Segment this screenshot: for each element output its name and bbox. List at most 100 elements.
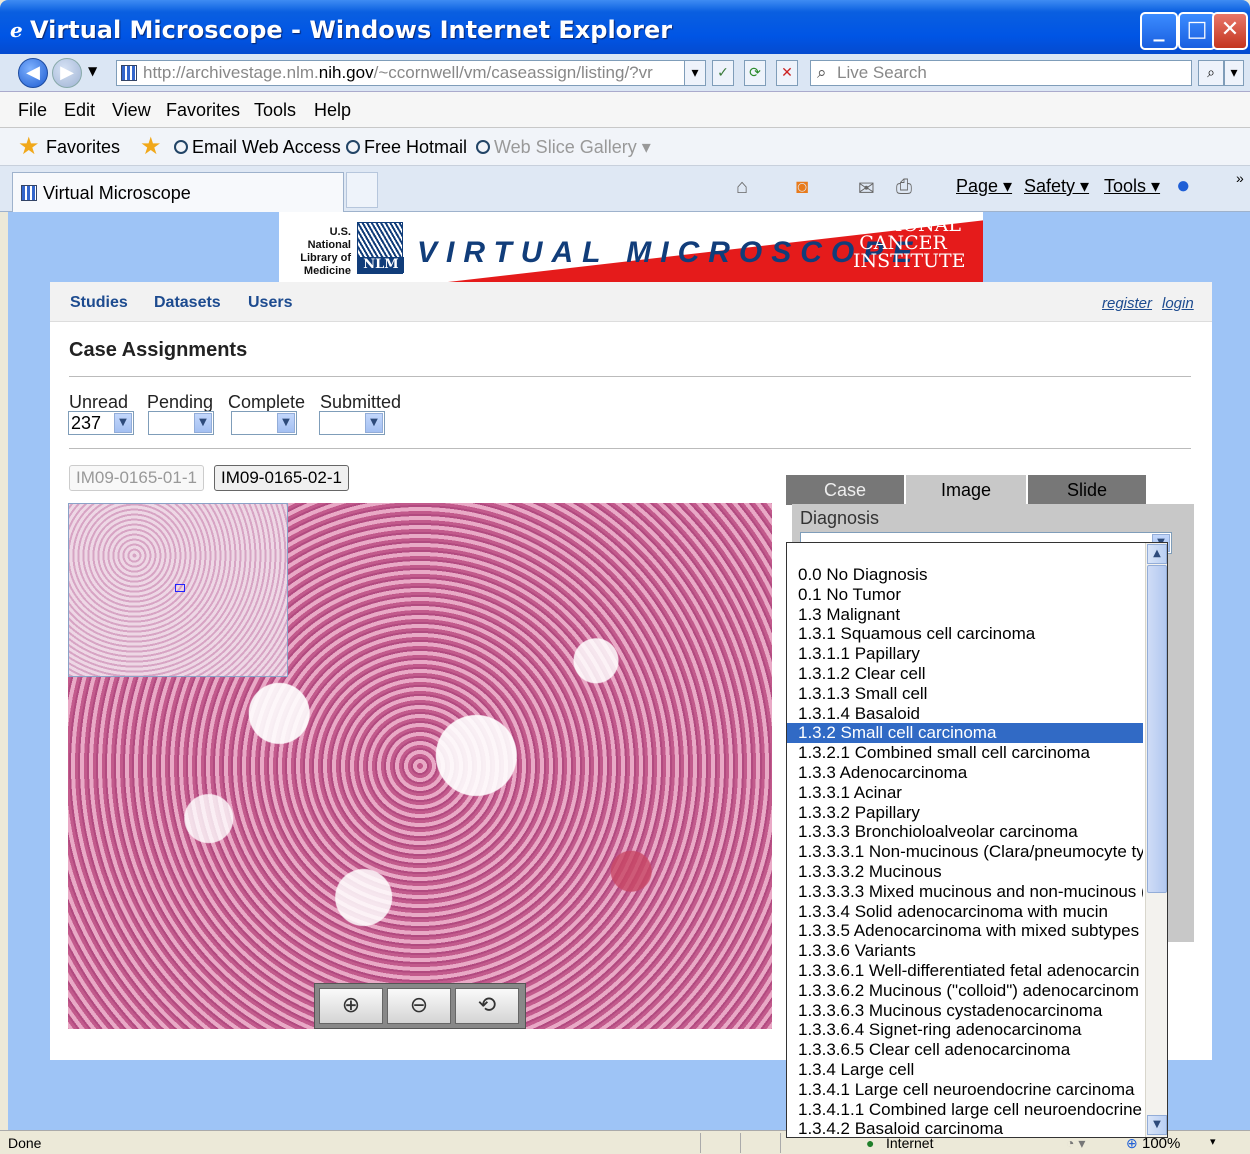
address-bar[interactable]: http://archivestage.nlm.nih.gov/~ccornwe… [116, 60, 704, 86]
search-input[interactable]: ⌕ Live Search [810, 60, 1192, 86]
divider [69, 376, 1191, 377]
diagnosis-option[interactable]: 1.3.3.6.1 Well-differentiated fetal aden… [787, 961, 1143, 981]
diagnosis-option[interactable]: 1.3.4.2 Basaloid carcinoma [787, 1119, 1143, 1137]
scrollbar-thumb[interactable] [1147, 565, 1167, 893]
tab-image[interactable]: Image [906, 475, 1026, 507]
site-banner: U.S. National Library of Medicine NLM VI… [279, 212, 983, 282]
menu-edit[interactable]: Edit [64, 100, 95, 121]
chevron-down-icon: ▼ [194, 413, 212, 433]
window-title: Virtual Microscope - Windows Internet Ex… [30, 16, 673, 44]
nav-studies[interactable]: Studies [70, 294, 128, 312]
pending-select[interactable]: ▼ [148, 411, 214, 435]
diagnosis-option[interactable]: 1.3.4.1 Large cell neuroendocrine carcin… [787, 1080, 1143, 1100]
print-icon[interactable]: ⎙ [896, 176, 912, 199]
menu-help[interactable]: Help [314, 100, 351, 121]
nav-datasets[interactable]: Datasets [154, 294, 221, 312]
login-link[interactable]: login [1162, 295, 1194, 312]
scroll-up-icon[interactable]: ▲ [1147, 544, 1167, 564]
close-button[interactable]: ✕ [1212, 12, 1248, 50]
diagnosis-option[interactable]: 1.3.1.1 Papillary [787, 644, 1143, 664]
diagnosis-dropdown-list[interactable]: 0.0 No Diagnosis 0.1 No Tumor 1.3 Malignan… [786, 542, 1168, 1138]
diagnosis-option[interactable]: 0.0 No Diagnosis [787, 565, 1143, 585]
diagnosis-option[interactable]: 1.3.2 Small cell carcinoma [787, 723, 1143, 744]
recent-pages-dropdown-icon[interactable]: ▼ [88, 64, 97, 78]
address-dropdown-button[interactable]: ▾ [684, 60, 706, 86]
diagnosis-option[interactable]: 1.3.3.5 Adenocarcinoma with mixed subtyp… [787, 921, 1143, 941]
chevron-more-icon[interactable]: » [1236, 170, 1244, 186]
minimize-button[interactable]: _ [1140, 12, 1178, 50]
diagnosis-option[interactable]: 1.3.3.3.1 Non-mucinous (Clara/pneumocyte… [787, 842, 1143, 862]
unread-select[interactable]: 237 ▼ [68, 411, 134, 435]
menu-tools[interactable]: Tools [254, 100, 296, 121]
zoom-dropdown-icon[interactable]: ▾ [1210, 1135, 1216, 1148]
new-tab-button[interactable] [346, 172, 378, 208]
complete-select[interactable]: ▼ [231, 411, 297, 435]
menu-file[interactable]: File [18, 100, 47, 121]
diagnosis-option[interactable]: 1.3.1.2 Clear cell [787, 664, 1143, 684]
diagnosis-option[interactable]: 1.3.3.3.3 Mixed mucinous and non-mucinou… [787, 882, 1143, 902]
diagnosis-option[interactable]: 1.3.1 Squamous cell carcinoma [787, 624, 1143, 644]
submitted-select[interactable]: ▼ [319, 411, 385, 435]
slide-overview-thumbnail[interactable] [68, 503, 288, 677]
case-button-1[interactable]: IM09-0165-01-1 [69, 465, 204, 491]
zoom-out-icon[interactable]: ⊖ [387, 988, 451, 1024]
menu-favorites[interactable]: Favorites [166, 100, 240, 121]
tab-slide[interactable]: Slide [1028, 475, 1146, 505]
diagnosis-option[interactable]: 1.3.3.6.3 Mucinous cystadenocarcinoma [787, 1001, 1143, 1021]
fav-webslice-link[interactable]: Web Slice Gallery ▾ [476, 137, 651, 158]
ie-page-icon [174, 140, 188, 154]
address-row: ◀ ▶ ▼ http://archivestage.nlm.nih.gov/~c… [0, 54, 1250, 92]
search-options-button[interactable]: ▾ [1224, 60, 1244, 86]
home-icon[interactable]: ⌂ [736, 176, 748, 199]
rotate-icon[interactable]: ⟲ [455, 988, 519, 1024]
diagnosis-option[interactable]: 1.3.3.6.2 Mucinous ("colloid") adenocarc… [787, 981, 1143, 1001]
add-favorites-icon[interactable]: ★ [140, 132, 162, 161]
page-menu[interactable]: Page ▾ [956, 176, 1012, 197]
diagnosis-option[interactable]: 1.3.1.3 Small cell [787, 684, 1143, 704]
feeds-icon[interactable]: ◙ [796, 176, 808, 199]
diagnosis-option[interactable]: 0.1 No Tumor [787, 585, 1143, 605]
ie-page-icon [476, 140, 490, 154]
tab-case[interactable]: Case [786, 475, 904, 505]
diagnosis-option[interactable]: 1.3.3.6.4 Signet-ring adenocarcinoma [787, 1020, 1143, 1040]
diagnosis-option[interactable]: 1.3 Malignant [787, 605, 1143, 625]
scroll-down-icon[interactable]: ▼ [1147, 1115, 1167, 1135]
diagnosis-option[interactable]: 1.3.3.3 Bronchioloalveolar carcinoma [787, 822, 1143, 842]
favorites-button[interactable]: Favorites [46, 137, 120, 158]
forward-button[interactable]: ▶ [52, 58, 82, 88]
case-button-2[interactable]: IM09-0165-02-1 [214, 465, 349, 491]
diagnosis-option[interactable]: 1.3.3.1 Acinar [787, 783, 1143, 803]
diagnosis-option[interactable]: 1.3.3.3.2 Mucinous [787, 862, 1143, 882]
divider [740, 1133, 741, 1153]
diagnosis-option[interactable]: 1.3.3.2 Papillary [787, 803, 1143, 823]
viewport-indicator[interactable] [175, 584, 185, 592]
fav-hotmail-link[interactable]: Free Hotmail [346, 137, 467, 158]
slide-image[interactable]: ⊕ ⊖ ⟲ [68, 503, 772, 1029]
diagnosis-option[interactable]: 1.3.3.4 Solid adenocarcinoma with mucin [787, 902, 1143, 922]
zoom-in-icon[interactable]: ⊕ [319, 988, 383, 1024]
stop-button[interactable]: ✕ [776, 60, 798, 86]
safety-menu[interactable]: Safety ▾ [1024, 176, 1089, 197]
tab-virtual-microscope[interactable]: Virtual Microscope [12, 172, 344, 212]
refresh-button[interactable]: ⟳ [744, 60, 766, 86]
diagnosis-option[interactable]: 1.3.3.6 Variants [787, 941, 1143, 961]
maximize-button[interactable]: □ [1178, 12, 1216, 50]
nav-users[interactable]: Users [248, 294, 292, 312]
back-button[interactable]: ◀ [18, 58, 48, 88]
banner-title: VIRTUAL MICROSCOPE [417, 236, 922, 269]
diagnosis-option[interactable]: 1.3.4.1.1 Combined large cell neuroendoc… [787, 1100, 1143, 1120]
diagnosis-option[interactable]: 1.3.1.4 Basaloid [787, 704, 1143, 724]
search-button[interactable]: ⌕ [1198, 60, 1224, 86]
diagnosis-option[interactable]: 1.3.4 Large cell [787, 1060, 1143, 1080]
tools-menu[interactable]: Tools ▾ [1104, 176, 1160, 197]
read-mail-icon[interactable]: ✉ [858, 176, 875, 201]
diagnosis-option[interactable]: 1.3.3 Adenocarcinoma [787, 763, 1143, 783]
help-icon[interactable]: ● [1176, 172, 1191, 200]
diagnosis-option[interactable]: 1.3.3.6.5 Clear cell adenocarcinoma [787, 1040, 1143, 1060]
register-link[interactable]: register [1102, 295, 1152, 312]
menu-view[interactable]: View [112, 100, 151, 121]
diagnosis-option[interactable]: 1.3.2.1 Combined small cell carcinoma [787, 743, 1143, 763]
dropdown-scrollbar[interactable]: ▲ ▼ [1145, 543, 1167, 1137]
fav-email-link[interactable]: Email Web Access [174, 137, 341, 158]
compatibility-view-icon[interactable]: ✓ [712, 60, 734, 86]
